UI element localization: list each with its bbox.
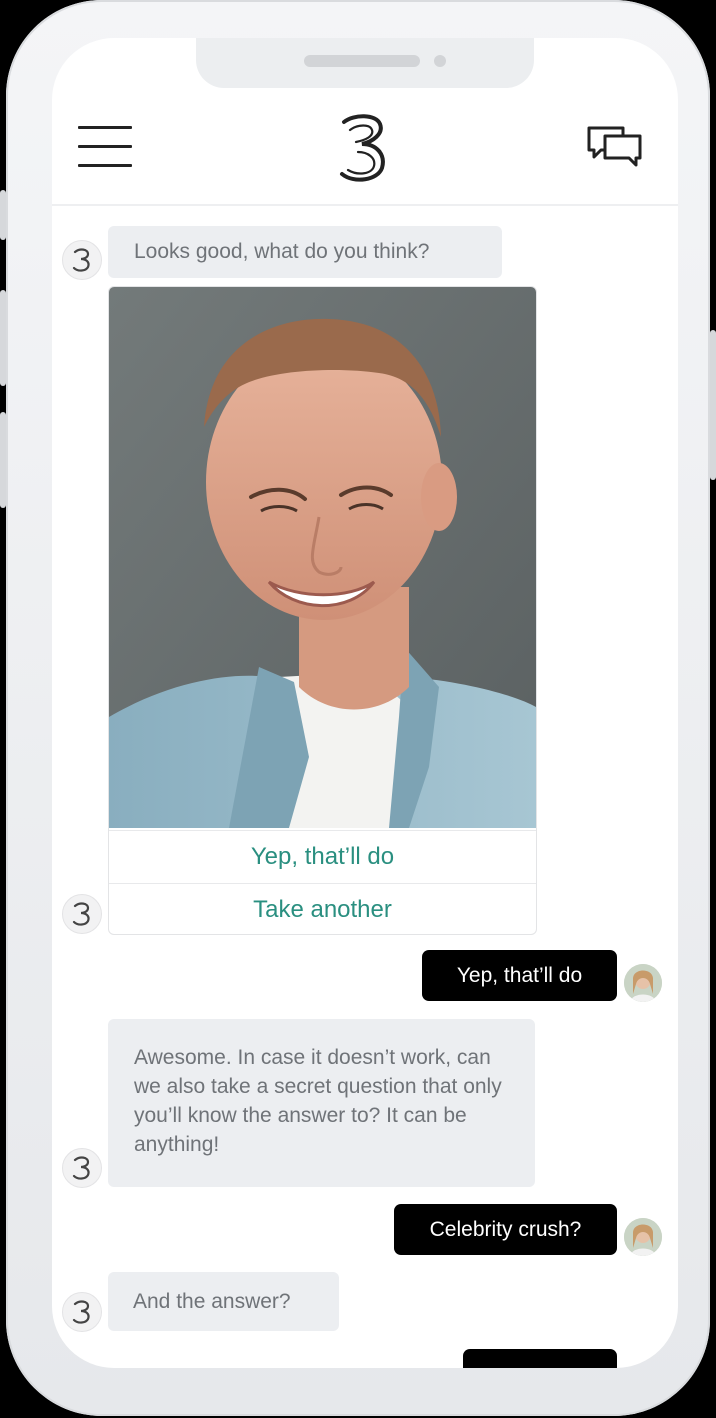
message-text: Yep, that’ll do bbox=[456, 964, 583, 987]
three-logo-icon bbox=[72, 1156, 90, 1180]
user-avatar bbox=[624, 964, 662, 1002]
message-text: Looks good, what do you think? bbox=[134, 240, 430, 263]
selfie-photo bbox=[109, 287, 536, 828]
option-take-another-button[interactable]: Take another bbox=[109, 883, 536, 934]
phone-frame: Looks good, what do you think? Yep, that… bbox=[0, 0, 716, 1416]
bot-avatar bbox=[62, 1292, 102, 1332]
phone-side-button bbox=[710, 330, 716, 480]
three-logo-icon bbox=[72, 902, 90, 926]
speaker-grille bbox=[304, 55, 420, 67]
three-logo-icon bbox=[72, 1300, 90, 1324]
three-logo-icon[interactable] bbox=[332, 112, 392, 184]
phone-side-button bbox=[0, 290, 6, 386]
message-text: Celebrity crush? bbox=[429, 1218, 582, 1241]
hamburger-menu-icon[interactable] bbox=[78, 126, 132, 168]
front-camera bbox=[434, 55, 446, 67]
bot-message: Awesome. In case it doesn’t work, can we… bbox=[108, 1019, 535, 1187]
app-header bbox=[52, 98, 678, 206]
bot-avatar bbox=[62, 1148, 102, 1188]
bot-message: And the answer? bbox=[108, 1272, 339, 1331]
message-text: Awesome. In case it doesn’t work, can we… bbox=[134, 1046, 502, 1156]
photo-option-card: Yep, that’ll do Take another bbox=[108, 286, 537, 935]
phone-notch bbox=[196, 38, 534, 88]
bot-avatar bbox=[62, 894, 102, 934]
phone-side-button bbox=[0, 190, 6, 240]
three-logo-icon bbox=[72, 248, 90, 272]
phone-side-button bbox=[0, 412, 6, 508]
chat-bubbles-icon[interactable] bbox=[586, 124, 644, 170]
bot-avatar bbox=[62, 240, 102, 280]
user-message-partial bbox=[463, 1349, 617, 1368]
user-avatar bbox=[624, 1218, 662, 1256]
option-yep-button[interactable]: Yep, that’ll do bbox=[109, 830, 536, 883]
app-screen: Looks good, what do you think? Yep, that… bbox=[52, 38, 678, 1368]
user-message: Yep, that’ll do bbox=[422, 950, 617, 1001]
bot-message: Looks good, what do you think? bbox=[108, 226, 502, 278]
message-text: And the answer? bbox=[133, 1290, 291, 1313]
user-message: Celebrity crush? bbox=[394, 1204, 617, 1255]
